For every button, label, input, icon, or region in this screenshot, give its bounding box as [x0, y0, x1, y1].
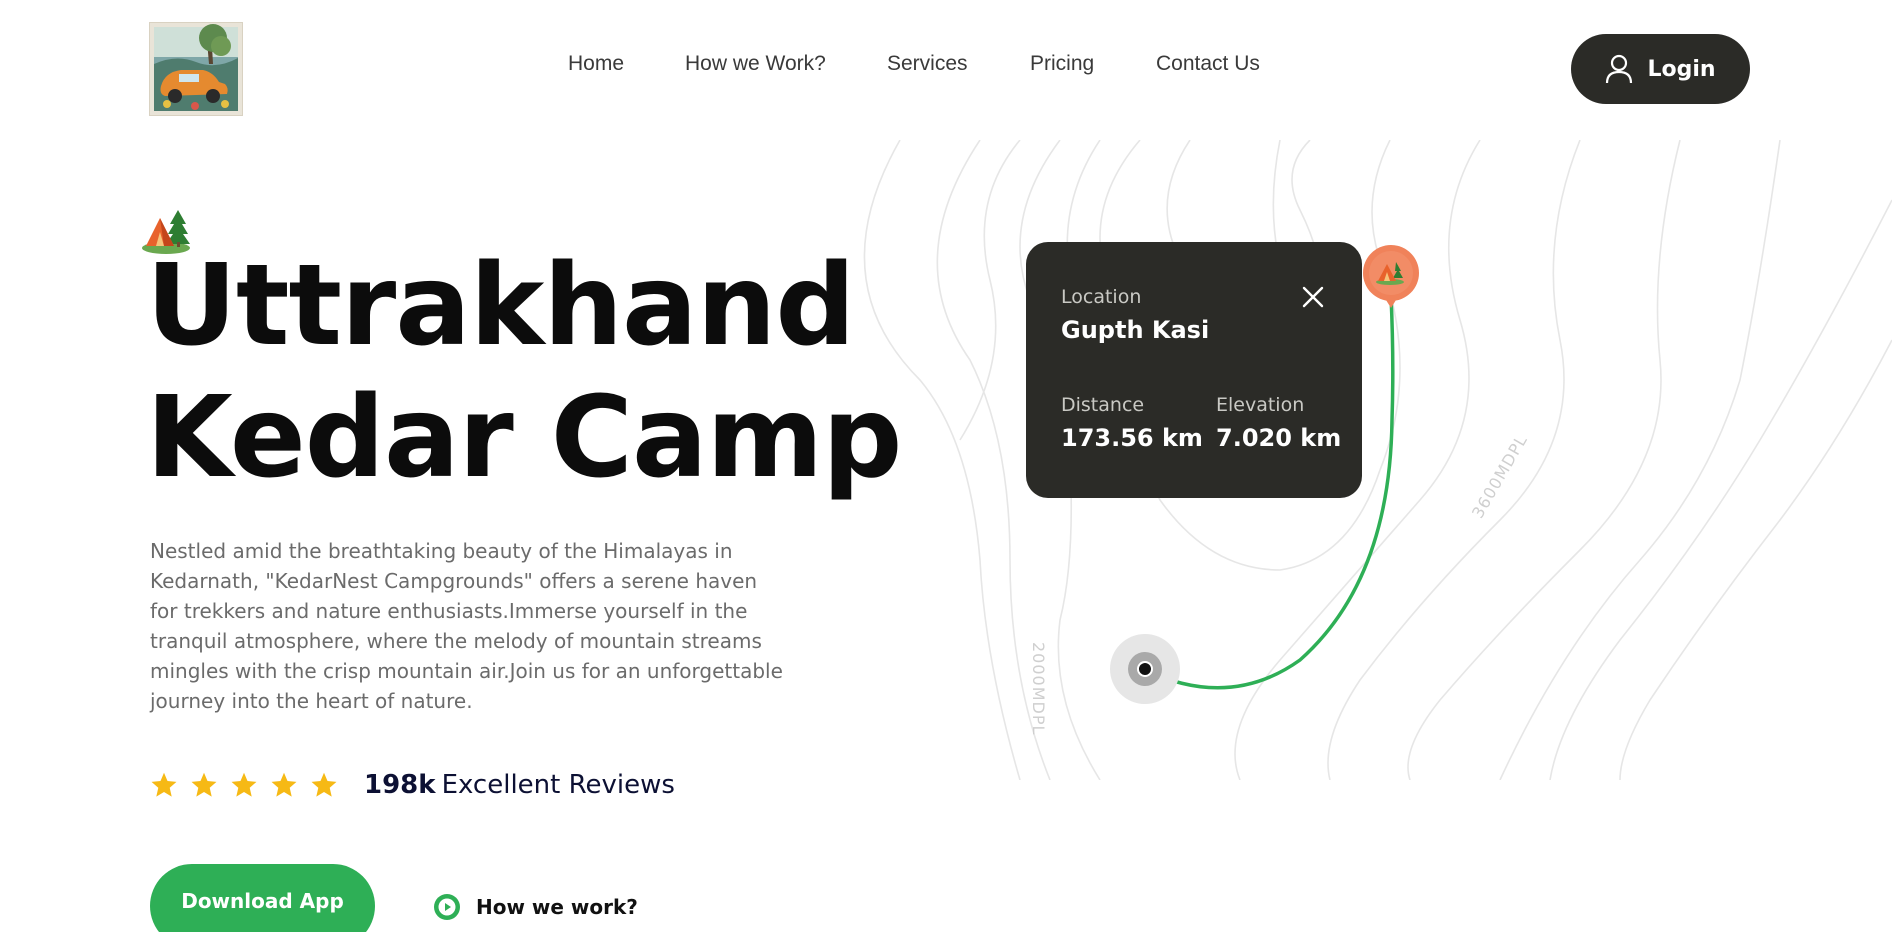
hero-description: Nestled amid the breathtaking beauty of … — [150, 539, 783, 713]
nav-contact-us[interactable]: Contact Us — [1156, 52, 1260, 76]
star-icon — [231, 772, 257, 797]
origin-marker-icon[interactable] — [1110, 634, 1180, 704]
star-icon — [191, 772, 217, 797]
destination-pin-icon[interactable] — [1362, 244, 1420, 308]
review-label: Excellent Reviews — [441, 770, 675, 800]
page: Home How we Work? Services Pricing Conta… — [0, 0, 1892, 932]
login-label: Login — [1647, 56, 1716, 82]
elevation-label: Elevation — [1216, 394, 1305, 416]
logo-car-painting-icon — [154, 24, 238, 111]
contour-label-2000: 2000MDPL — [1029, 642, 1048, 736]
location-info-card: Location Gupth Kasi Distance 173.56 km E… — [1026, 242, 1362, 498]
nav-home[interactable]: Home — [568, 52, 624, 76]
close-card-button[interactable] — [1300, 284, 1326, 310]
distance-value: 173.56 km — [1061, 424, 1203, 452]
user-icon — [1606, 54, 1633, 84]
play-circle-icon — [434, 894, 460, 920]
elevation-value: 7.020 km — [1216, 424, 1342, 452]
hero-title: Uttrakhand Kedar Camp — [146, 240, 902, 504]
how-we-work-link[interactable]: How we work? — [434, 894, 638, 920]
location-value: Gupth Kasi — [1061, 316, 1210, 344]
hero-title-line-1: Uttrakhand — [146, 241, 856, 371]
reviews-rating: 198k Excellent Reviews — [150, 770, 675, 800]
review-count: 198k — [364, 770, 436, 800]
close-icon — [1302, 286, 1324, 308]
nav-how-we-work[interactable]: How we Work? — [685, 52, 826, 76]
nav-pricing[interactable]: Pricing — [1030, 52, 1094, 76]
star-icon — [271, 772, 297, 797]
distance-label: Distance — [1061, 394, 1145, 416]
topographic-map — [863, 140, 1892, 780]
star-rating — [150, 771, 338, 799]
hero-title-line-2: Kedar Camp — [146, 373, 902, 503]
login-button[interactable]: Login — [1571, 34, 1750, 104]
star-icon — [151, 772, 177, 797]
how-we-work-label: How we work? — [476, 895, 638, 919]
download-app-button[interactable]: Download App — [150, 864, 375, 932]
star-icon — [311, 772, 337, 797]
site-logo[interactable] — [149, 22, 243, 116]
location-label: Location — [1061, 286, 1142, 308]
nav-services[interactable]: Services — [887, 52, 968, 76]
